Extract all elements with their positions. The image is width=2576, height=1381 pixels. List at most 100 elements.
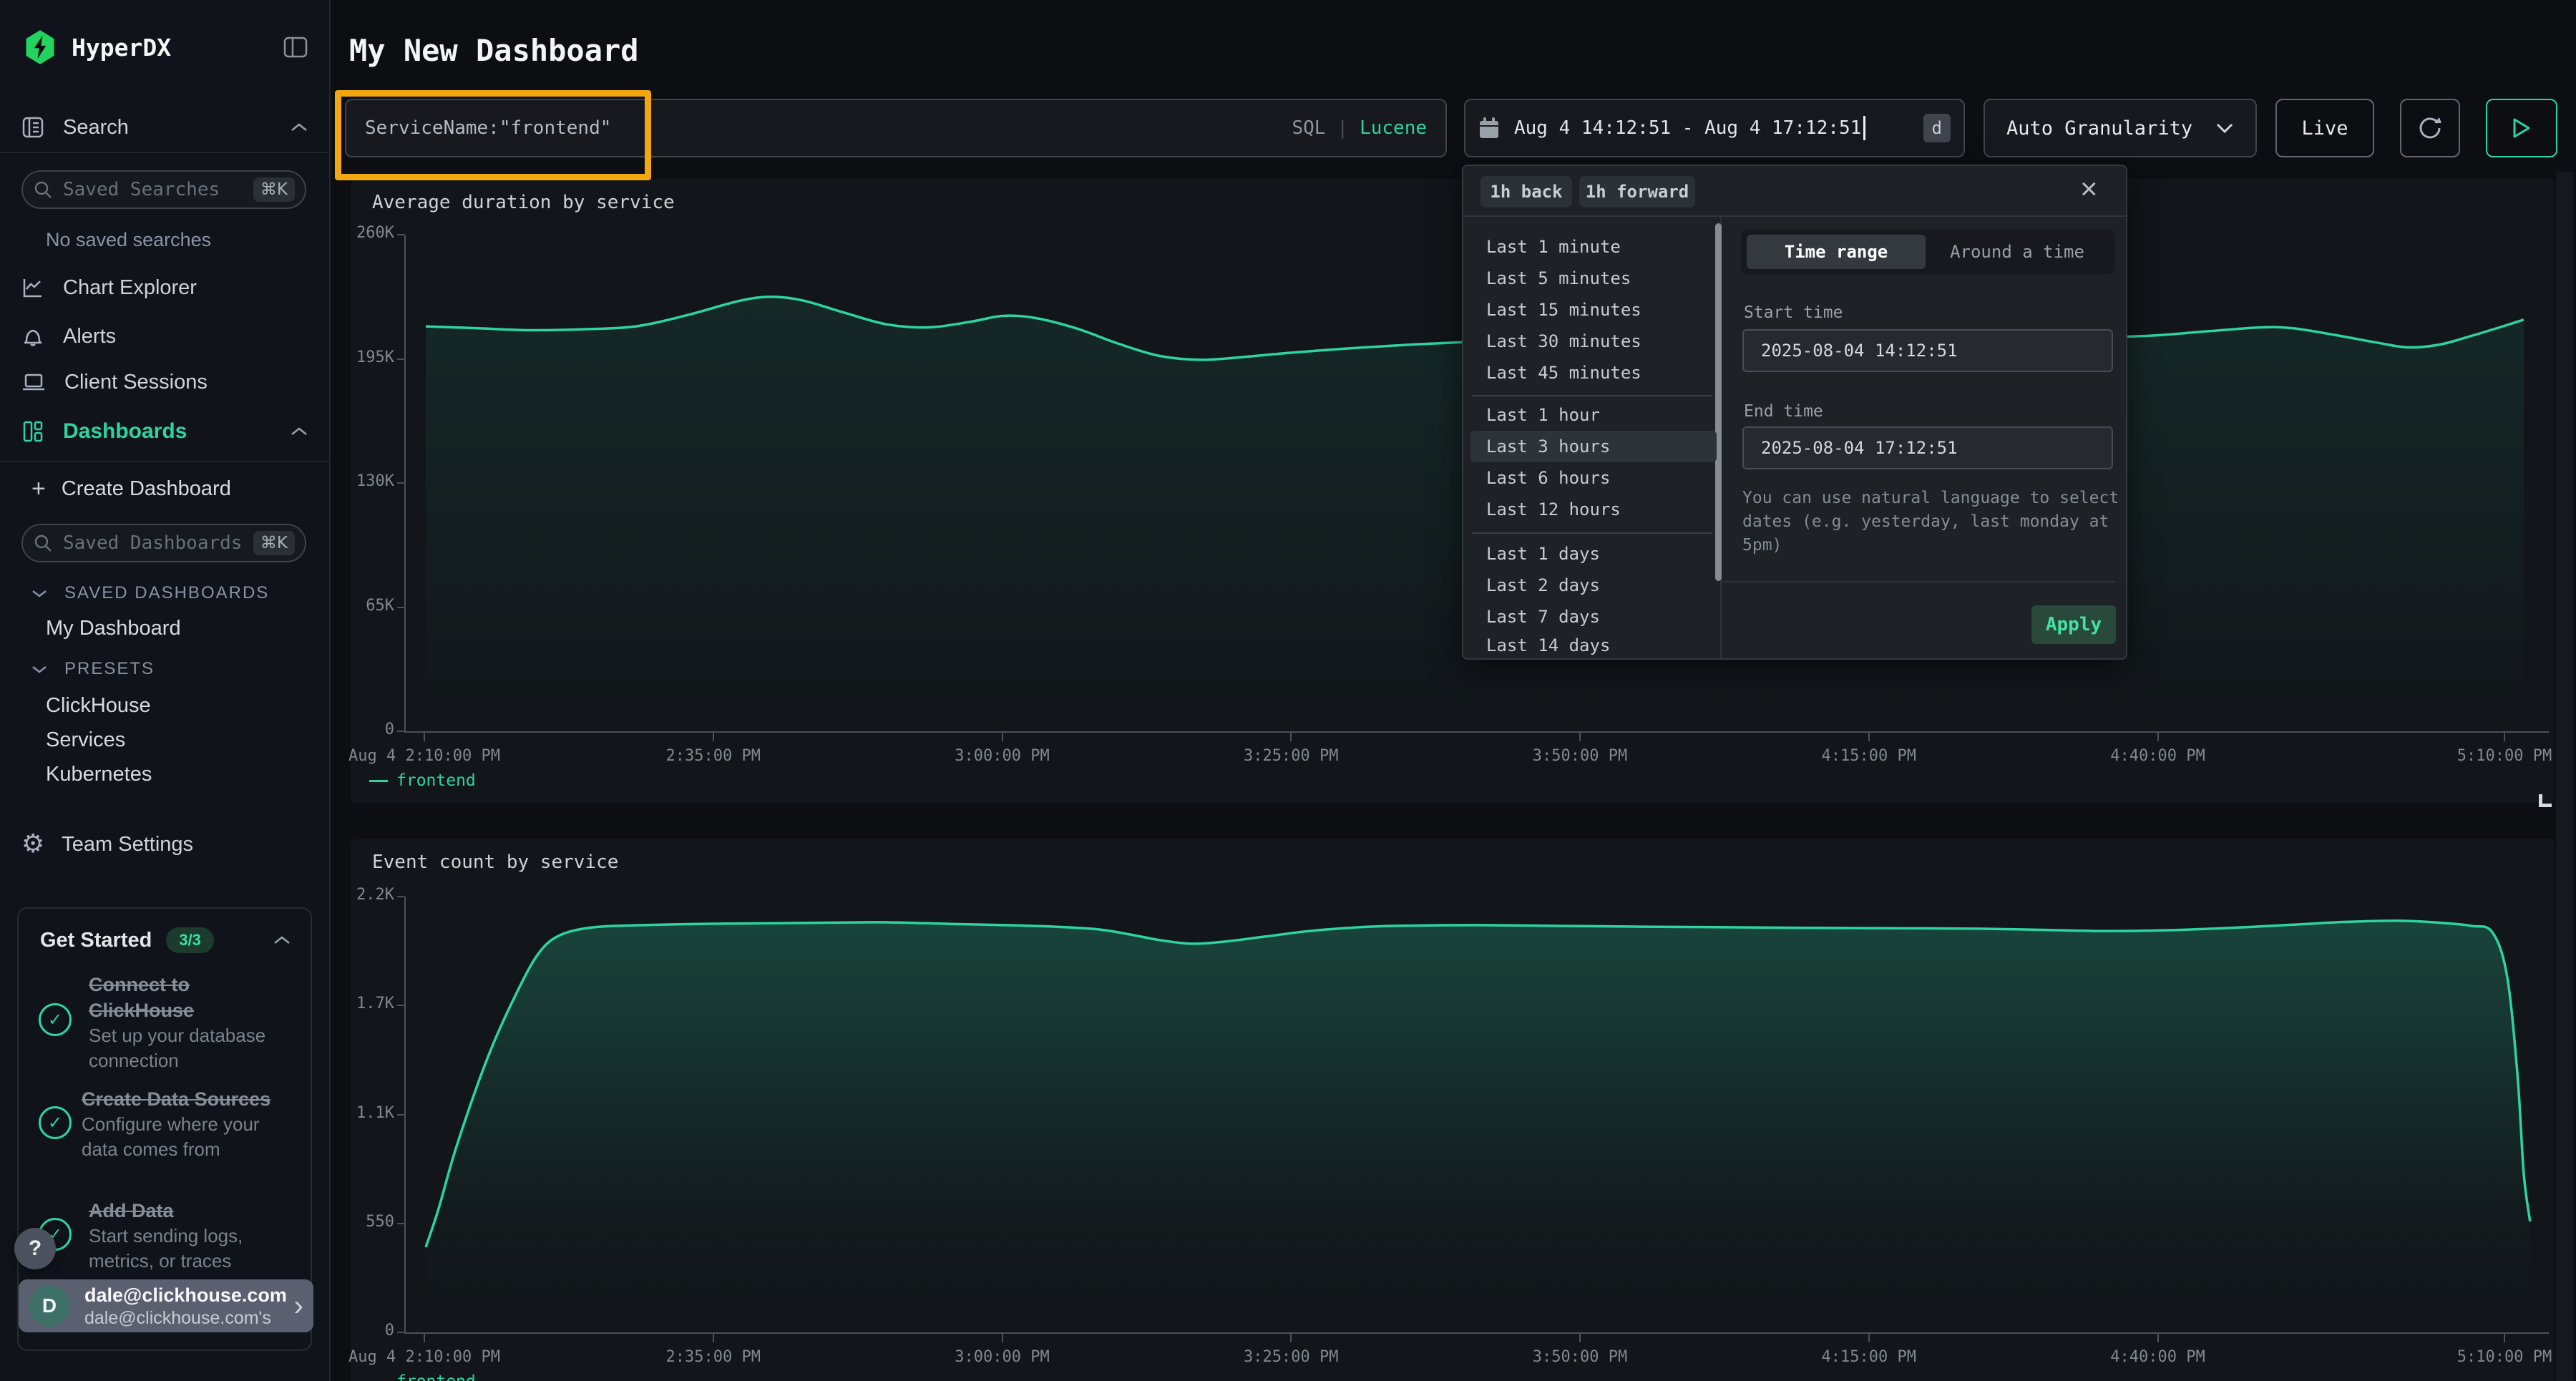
resize-handle-icon[interactable] <box>2539 794 2552 807</box>
create-dashboard-button[interactable]: + Create Dashboard <box>0 471 329 507</box>
y-axis-tick-label: 195K <box>287 348 394 366</box>
saved-dashboards-section-toggle[interactable]: SAVED DASHBOARDS <box>0 577 329 610</box>
chart-legend[interactable]: frontend <box>369 771 476 790</box>
preset-label: Last 45 minutes <box>1486 363 1641 383</box>
get-started-step-sources[interactable]: ✓ Create Data Sources Configure where yo… <box>39 1086 296 1162</box>
chart-legend[interactable]: frontend <box>369 1372 476 1381</box>
apply-button[interactable]: Apply <box>2031 605 2116 644</box>
sidebar-item-dashboards[interactable]: Dashboards <box>0 412 329 451</box>
step-desc: Configure where your data comes from <box>82 1112 275 1162</box>
granularity-select[interactable]: Auto Granularity <box>1984 99 2257 157</box>
sql-toggle[interactable]: SQL <box>1292 117 1325 139</box>
chart-card-event-count[interactable]: Event count by service frontend 05501.1K… <box>351 839 2555 1381</box>
sidebar-item-services[interactable]: Services <box>0 723 329 757</box>
preset-label: Last 1 days <box>1486 544 1600 564</box>
main-scrollbar[interactable] <box>2556 172 2573 1381</box>
shift-back-label: 1h back <box>1490 182 1562 202</box>
sidebar-item-clickhouse[interactable]: ClickHouse <box>0 688 329 723</box>
preset-divider <box>1472 532 1712 534</box>
preset-label: Last 14 days <box>1486 635 1610 655</box>
dashboards-icon <box>21 420 44 443</box>
lucene-toggle[interactable]: Lucene <box>1360 117 1427 139</box>
chevron-up-icon[interactable] <box>273 935 291 945</box>
y-axis-tick-label: 65K <box>287 597 394 615</box>
x-axis-tick-label: 2:35:00 PM <box>585 1348 842 1366</box>
sidebar-item-client-sessions[interactable]: Client Sessions <box>0 363 329 401</box>
collapse-sidebar-icon[interactable] <box>283 36 308 58</box>
x-axis-tick-label: 4:40:00 PM <box>2029 1348 2287 1366</box>
help-button[interactable]: ? <box>14 1228 56 1269</box>
get-started-step-add-data[interactable]: ✓ Add Data Start sending logs, metrics, … <box>39 1198 296 1274</box>
services-label: Services <box>46 728 125 752</box>
preset-last-7-days[interactable]: Last 7 days <box>1470 601 1717 633</box>
step-title: Create Data Sources <box>82 1086 296 1112</box>
chevron-up-icon <box>291 426 308 436</box>
preset-last-45-minutes[interactable]: Last 45 minutes <box>1470 357 1717 389</box>
preset-last-1-minute[interactable]: Last 1 minute <box>1470 231 1717 263</box>
y-axis-tick <box>397 896 404 897</box>
saved-dashboards-input[interactable]: Saved Dashboards ⌘K <box>21 524 306 562</box>
y-axis-tick <box>397 1332 404 1333</box>
chart-card-avg-duration[interactable]: Average duration by service frontend 065… <box>351 179 2555 803</box>
refresh-button[interactable] <box>2400 99 2460 157</box>
preset-last-6-hours[interactable]: Last 6 hours <box>1470 462 1717 494</box>
saved-searches-input[interactable]: Saved Searches ⌘K <box>21 170 306 209</box>
time-range-input[interactable]: Aug 4 14:12:51 - Aug 4 17:12:51 d <box>1464 99 1965 157</box>
chevron-down-icon <box>31 589 47 598</box>
sidebar-item-alerts[interactable]: Alerts <box>0 318 329 355</box>
sidebar-item-search[interactable]: Search <box>0 107 329 147</box>
saved-searches-placeholder: Saved Searches <box>63 179 253 200</box>
live-button[interactable]: Live <box>2275 99 2374 157</box>
y-axis-tick-label: 130K <box>287 472 394 490</box>
step-desc: Set up your database connection <box>89 1023 282 1073</box>
time-range-value: Aug 4 14:12:51 - Aug 4 17:12:51 <box>1514 117 1861 139</box>
preset-last-3-hours-selected[interactable]: Last 3 hours <box>1470 431 1717 462</box>
preset-last-1-days[interactable]: Last 1 days <box>1470 538 1717 570</box>
close-icon[interactable]: × <box>2080 172 2098 206</box>
tab-around-a-time[interactable]: Around a time <box>1926 235 2109 269</box>
chart-explorer-label: Chart Explorer <box>63 276 197 300</box>
x-axis-tick-label: 4:40:00 PM <box>2029 747 2287 765</box>
start-time-input[interactable]: 2025-08-04 14:12:51 <box>1742 329 2113 372</box>
check-icon: ✓ <box>39 1106 72 1139</box>
x-axis-tick <box>2157 1332 2159 1342</box>
preset-label: Last 6 hours <box>1486 468 1610 488</box>
y-axis-tick-label: 0 <box>287 1322 394 1339</box>
y-axis-tick-label: 550 <box>287 1213 394 1231</box>
bell-icon <box>21 325 44 348</box>
chevron-right-icon: › <box>294 1292 303 1320</box>
end-time-input[interactable]: 2025-08-04 17:12:51 <box>1742 426 2113 469</box>
preset-last-1-hour[interactable]: Last 1 hour <box>1470 399 1717 431</box>
profile-menu[interactable]: D dale@clickhouse.com dale@clickhouse.co… <box>19 1279 313 1332</box>
preset-last-5-minutes[interactable]: Last 5 minutes <box>1470 263 1717 294</box>
preset-last-12-hours[interactable]: Last 12 hours <box>1470 494 1717 525</box>
presets-section-toggle[interactable]: PRESETS <box>0 653 329 685</box>
shift-back-button[interactable]: 1h back <box>1480 176 1572 208</box>
x-axis-tick-label: 5:10:00 PM <box>2376 747 2576 765</box>
start-time-value: 2025-08-04 14:12:51 <box>1761 341 1958 361</box>
y-axis-tick-label: 1.1K <box>287 1104 394 1122</box>
sidebar-item-my-dashboard[interactable]: My Dashboard <box>0 611 329 645</box>
preset-last-15-minutes[interactable]: Last 15 minutes <box>1470 294 1717 326</box>
x-axis-tick <box>713 1332 714 1342</box>
query-input[interactable]: ServiceName:"frontend" SQL | Lucene <box>345 99 1447 157</box>
laptop-icon <box>21 371 46 394</box>
sidebar-item-team-settings[interactable]: ⚙ Team Settings <box>0 824 329 864</box>
get-started-step-connect[interactable]: ✓ Connect to ClickHouse Set up your data… <box>39 972 296 1073</box>
shift-forward-button[interactable]: 1h forward <box>1579 176 1695 208</box>
time-mode-tabs: Time range Around a time <box>1741 230 2114 274</box>
preset-last-30-minutes[interactable]: Last 30 minutes <box>1470 326 1717 357</box>
tab-time-range[interactable]: Time range <box>1747 235 1926 269</box>
sidebar-item-chart-explorer[interactable]: Chart Explorer <box>0 269 329 306</box>
preset-last-2-days[interactable]: Last 2 days <box>1470 570 1717 601</box>
sidebar-item-kubernetes[interactable]: Kubernetes <box>0 757 329 791</box>
step-title: Add Data <box>89 1198 268 1224</box>
query-value: ServiceName:"frontend" <box>365 117 1292 139</box>
live-label: Live <box>2301 117 2348 140</box>
run-query-button[interactable] <box>2486 99 2557 157</box>
y-axis-tick <box>397 482 404 484</box>
page-title: My New Dashboard <box>349 33 639 68</box>
preset-last-14-days[interactable]: Last 14 days <box>1470 633 1717 658</box>
chart-plot-area <box>404 897 2549 1334</box>
x-axis-tick-label: 4:15:00 PM <box>1740 747 1998 765</box>
